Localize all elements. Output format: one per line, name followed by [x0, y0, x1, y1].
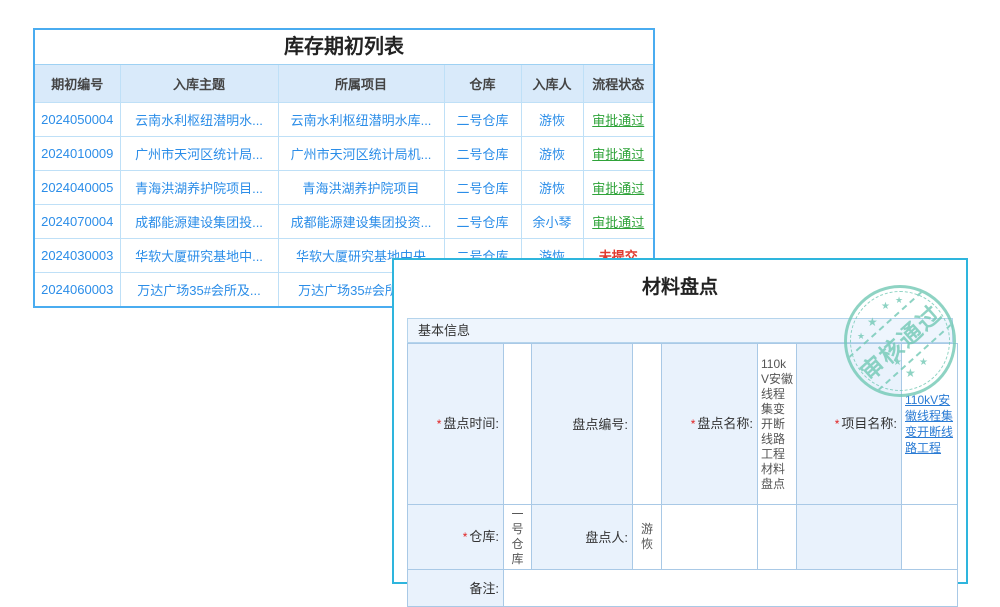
required-asterisk: *	[835, 417, 840, 431]
empty-cell	[902, 505, 958, 570]
col-header-flow-status: 流程状态	[583, 65, 653, 103]
person-link[interactable]: 余小琴	[521, 205, 583, 239]
warehouse-label: *仓库:	[408, 505, 504, 570]
project-link[interactable]: 成都能源建设集团投资...	[278, 205, 444, 239]
empty-cell	[758, 505, 797, 570]
col-header-inbound-subject: 入库主题	[120, 65, 278, 103]
remark-value	[504, 570, 958, 607]
warehouse-value: 一号仓库	[504, 505, 532, 570]
status-link[interactable]: 审批通过	[592, 215, 644, 230]
table-row: 2024050004 云南水利枢纽潜明水... 云南水利枢纽潜明水库... 二号…	[35, 103, 653, 137]
subject-link[interactable]: 广州市天河区统计局...	[120, 137, 278, 171]
warehouse-link[interactable]: 二号仓库	[444, 103, 521, 137]
status-link[interactable]: 审批通过	[592, 113, 644, 128]
warehouse-link[interactable]: 二号仓库	[444, 171, 521, 205]
opening-no-link[interactable]: 2024040005	[35, 171, 120, 205]
project-name-link[interactable]: 110kV安徽线程集变开断线路工程	[905, 392, 954, 456]
remark-label: 备注:	[408, 570, 504, 607]
counter-label: 盘点人:	[532, 505, 633, 570]
status-link[interactable]: 审批通过	[592, 147, 644, 162]
opening-no-link[interactable]: 2024060003	[35, 273, 120, 307]
required-asterisk: *	[691, 417, 696, 431]
opening-no-link[interactable]: 2024010009	[35, 137, 120, 171]
counter-value: 游恢	[633, 505, 662, 570]
col-header-project: 所属项目	[278, 65, 444, 103]
inventory-header-row: 期初编号 入库主题 所属项目 仓库 入库人 流程状态	[35, 65, 653, 103]
empty-cell	[662, 505, 758, 570]
star-icon: ★	[881, 302, 890, 312]
count-no-label: 盘点编号:	[532, 344, 633, 505]
count-time-value	[504, 344, 532, 505]
warehouse-link[interactable]: 二号仓库	[444, 137, 521, 171]
opening-no-link[interactable]: 2024030003	[35, 239, 120, 273]
subject-link[interactable]: 成都能源建设集团投...	[120, 205, 278, 239]
material-count-panel: 材料盘点 基本信息 *盘点时间: 盘点编号: *盘点名称: 110kV安徽线程集…	[392, 258, 968, 584]
subject-link[interactable]: 云南水利枢纽潜明水...	[120, 103, 278, 137]
project-name-label: *项目名称:	[797, 344, 902, 505]
col-header-inbound-person: 入库人	[521, 65, 583, 103]
count-time-label: *盘点时间:	[408, 344, 504, 505]
subject-link[interactable]: 万达广场35#会所及...	[120, 273, 278, 307]
count-name-label: *盘点名称:	[662, 344, 758, 505]
table-row: 2024010009 广州市天河区统计局... 广州市天河区统计局机... 二号…	[35, 137, 653, 171]
basic-info-section-header: 基本信息	[407, 318, 953, 343]
project-link[interactable]: 青海洪湖养护院项目	[278, 171, 444, 205]
count-name-value: 110kV安徽线程集变开断线路工程材料盘点	[758, 344, 797, 505]
subject-link[interactable]: 华软大厦研究基地中...	[120, 239, 278, 273]
project-link[interactable]: 广州市天河区统计局机...	[278, 137, 444, 171]
project-name-cell: 110kV安徽线程集变开断线路工程	[902, 344, 958, 505]
person-link[interactable]: 游恢	[521, 103, 583, 137]
required-asterisk: *	[437, 417, 442, 431]
project-link[interactable]: 云南水利枢纽潜明水库...	[278, 103, 444, 137]
status-link[interactable]: 审批通过	[592, 181, 644, 196]
table-row: 2024040005 青海洪湖养护院项目... 青海洪湖养护院项目 二号仓库 游…	[35, 171, 653, 205]
col-header-opening-no: 期初编号	[35, 65, 120, 103]
empty-label-cell	[797, 505, 902, 570]
subject-link[interactable]: 青海洪湖养护院项目...	[120, 171, 278, 205]
person-link[interactable]: 游恢	[521, 171, 583, 205]
opening-no-link[interactable]: 2024050004	[35, 103, 120, 137]
col-header-warehouse: 仓库	[444, 65, 521, 103]
inventory-list-title: 库存期初列表	[35, 30, 653, 65]
required-asterisk: *	[463, 530, 468, 544]
material-count-form: *盘点时间: 盘点编号: *盘点名称: 110kV安徽线程集变开断线路工程材料盘…	[407, 343, 958, 607]
table-row: 2024070004 成都能源建设集团投... 成都能源建设集团投资... 二号…	[35, 205, 653, 239]
opening-no-link[interactable]: 2024070004	[35, 205, 120, 239]
person-link[interactable]: 游恢	[521, 137, 583, 171]
panel-title: 材料盘点	[394, 274, 966, 302]
warehouse-link[interactable]: 二号仓库	[444, 205, 521, 239]
count-no-value	[633, 344, 662, 505]
